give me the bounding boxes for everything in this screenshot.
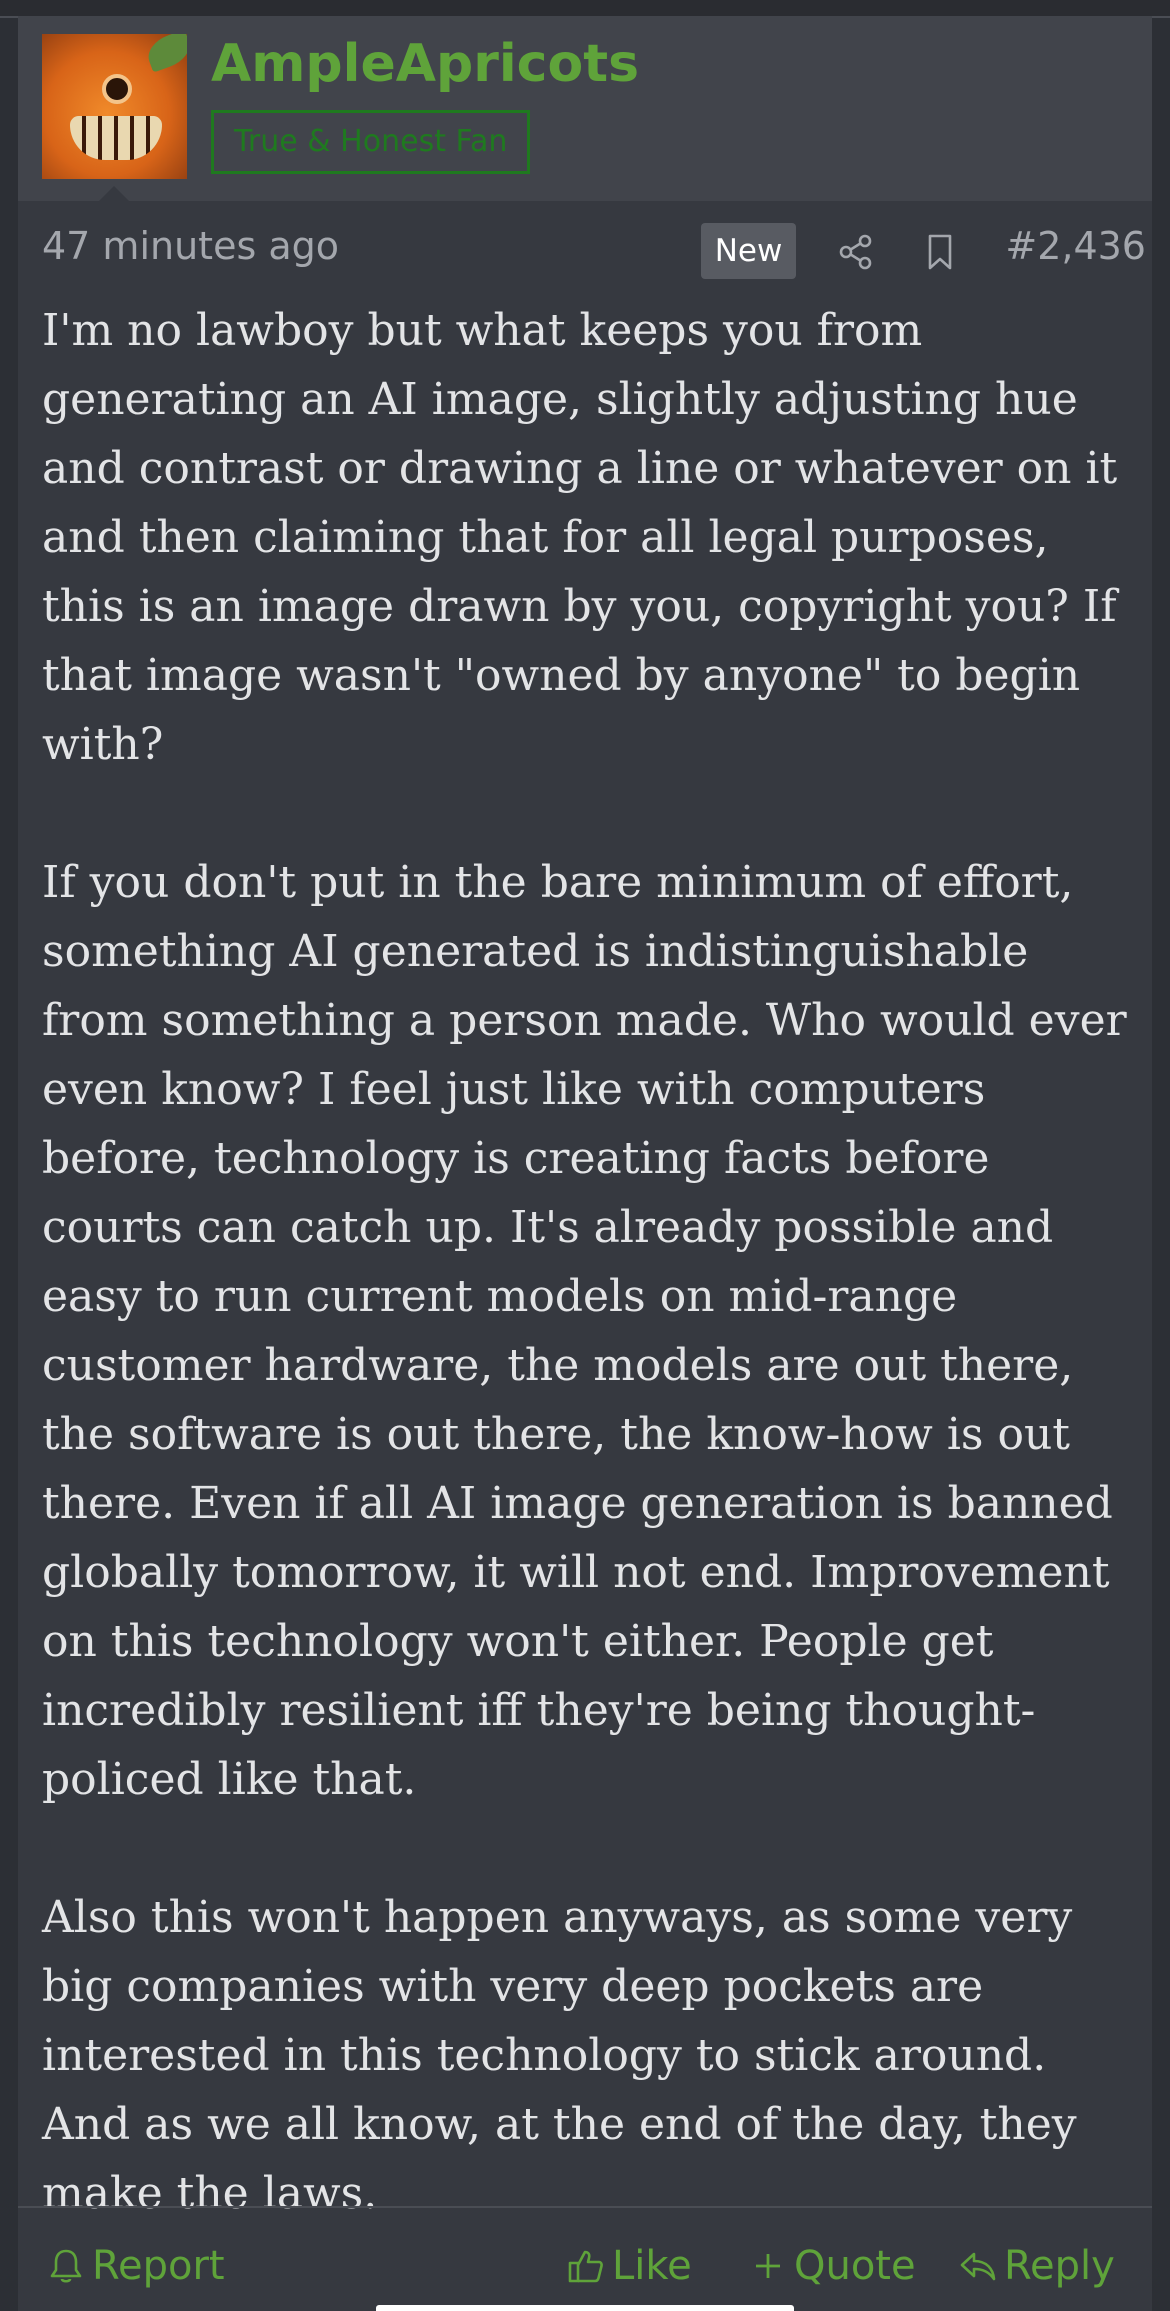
share-icon[interactable] <box>836 232 876 272</box>
new-badge: New <box>701 223 796 279</box>
post-number-link[interactable]: #2,436 <box>1004 224 1146 268</box>
username-link[interactable]: AmpleApricots <box>211 38 639 90</box>
forum-post: AmpleApricots True & Honest Fan 47 minut… <box>18 16 1152 2311</box>
message-paragraph: Also this won't happen anyways, as some … <box>42 1892 1077 2219</box>
bell-icon <box>50 2249 82 2283</box>
user-header: AmpleApricots True & Honest Fan <box>18 16 1152 201</box>
post-actions: Report Like Quote Reply <box>18 2238 1152 2294</box>
avatar-pointer <box>98 186 130 202</box>
eye-shape <box>102 74 132 104</box>
thumbs-up-icon <box>568 2250 603 2283</box>
post-timestamp[interactable]: 47 minutes ago <box>42 224 339 268</box>
bookmark-icon[interactable] <box>920 232 960 272</box>
plus-icon <box>756 2254 780 2278</box>
report-button[interactable]: Report <box>46 2238 225 2294</box>
post-meta: 47 minutes ago New #2,436 <box>18 216 1152 286</box>
quote-label: Quote <box>794 2243 916 2289</box>
like-button[interactable]: Like <box>566 2238 692 2294</box>
footer-divider <box>18 2206 1152 2208</box>
teeth-shape <box>70 116 162 160</box>
user-title-badge: True & Honest Fan <box>211 110 531 174</box>
avatar[interactable] <box>42 34 187 179</box>
reply-label: Reply <box>1004 2243 1115 2289</box>
quote-button[interactable]: Quote <box>748 2238 916 2294</box>
message-paragraph: If you don't put in the bare minimum of … <box>42 857 1127 1805</box>
home-indicator <box>376 2305 794 2311</box>
leaf-shape <box>143 34 187 73</box>
report-label: Report <box>92 2243 225 2289</box>
reply-button[interactable]: Reply <box>958 2238 1115 2294</box>
like-label: Like <box>612 2243 692 2289</box>
reply-icon <box>960 2252 996 2281</box>
message-paragraph: I'm no lawboy but what keeps you from ge… <box>42 305 1118 770</box>
post-message: I'm no lawboy but what keeps you from ge… <box>42 296 1142 2228</box>
